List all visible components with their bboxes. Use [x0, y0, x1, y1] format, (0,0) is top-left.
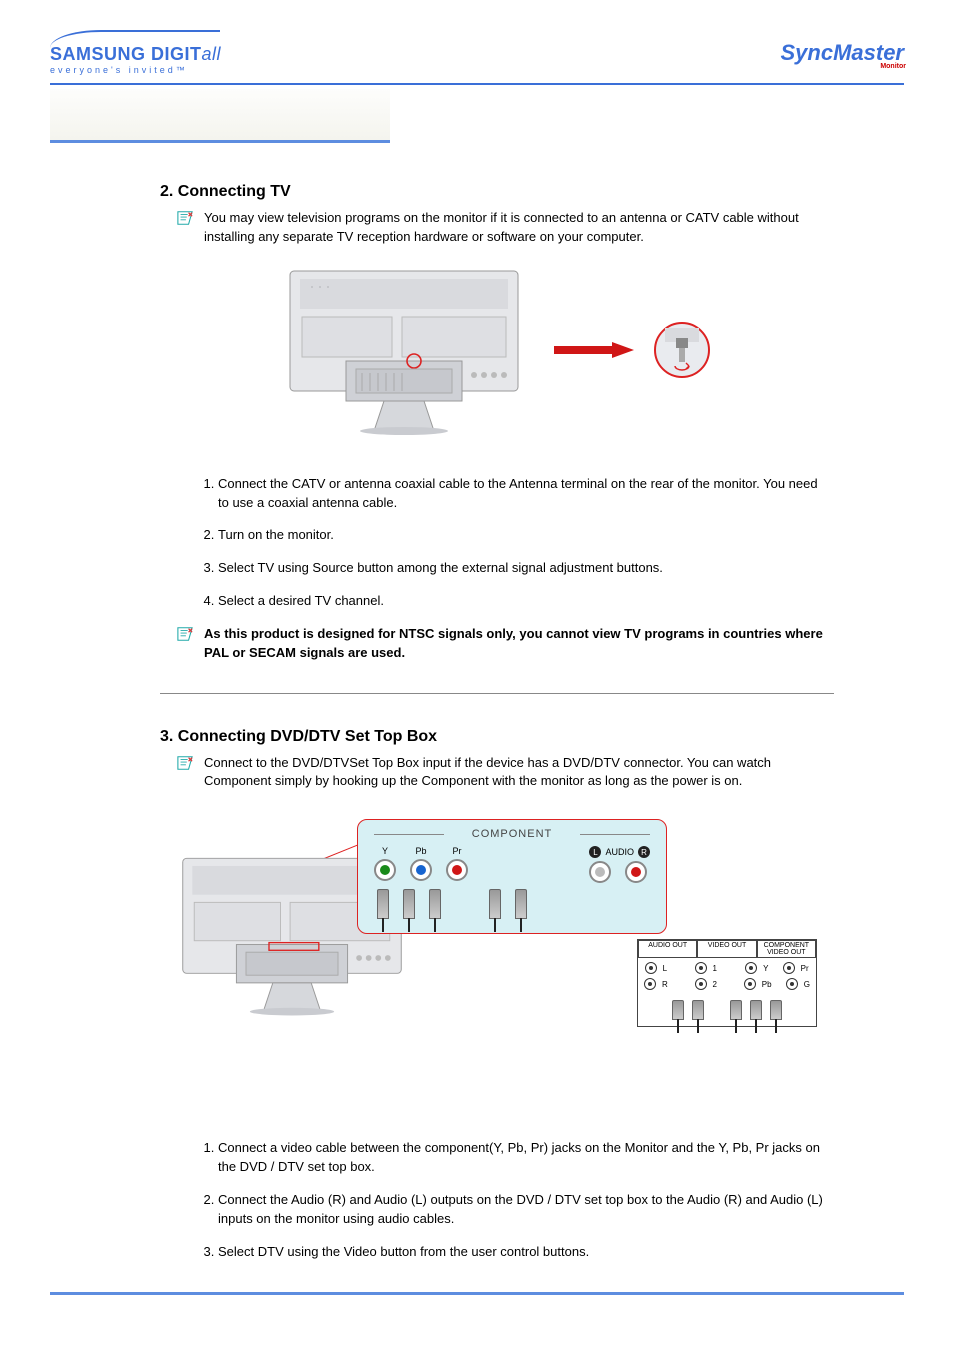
plug-row: [374, 889, 650, 919]
component-panel: COMPONENT Y Pb Pr: [357, 819, 667, 934]
cable-plug: [672, 1000, 684, 1020]
product-logo-right: SyncMaster Monitor: [780, 40, 904, 66]
cable-plug: [515, 889, 527, 919]
footer-rule: [50, 1292, 904, 1295]
stb-label: L: [663, 964, 667, 973]
stb-header: VIDEO OUT: [697, 940, 756, 958]
note-icon: [176, 626, 194, 642]
audio-text: AUDIO: [605, 847, 634, 857]
cable-plug: [403, 889, 415, 919]
stb-header: COMPONENT VIDEO OUT: [757, 940, 816, 958]
antenna-port-zoom: [654, 322, 710, 378]
step-item: Select DTV using the Video button from t…: [218, 1243, 834, 1262]
step-item: Turn on the monitor.: [218, 526, 834, 545]
jack-label: Pb: [415, 846, 426, 856]
stb-label: 2: [713, 980, 717, 989]
stb-video-col: 1 2: [695, 962, 717, 990]
set-top-box-outputs: AUDIO OUT VIDEO OUT COMPONENT VIDEO OUT …: [637, 939, 817, 1027]
section-2-note: As this product is designed for NTSC sig…: [204, 625, 834, 663]
jack-pb: Pb: [410, 846, 432, 881]
section-separator: [160, 693, 834, 694]
stb-header: AUDIO OUT: [638, 940, 697, 958]
section-2-title: 2. Connecting TV: [160, 183, 834, 201]
brand-main: SAMSUNG DIGIT: [50, 44, 202, 64]
stb-plug-row: [638, 1000, 816, 1026]
main-content: 2. Connecting TV You may view television…: [50, 183, 904, 1262]
zoom-callout: [554, 265, 710, 435]
jack-audio-r: [625, 861, 647, 883]
section-3-intro-row: Connect to the DVD/DTVSet Top Box input …: [160, 754, 834, 792]
step-item: Connect the CATV or antenna coaxial cabl…: [218, 475, 834, 513]
section-3-steps: Connect a video cable between the compon…: [160, 1139, 834, 1261]
stb-label: Y: [763, 964, 768, 973]
cable-plug: [750, 1000, 762, 1020]
section-2-steps: Connect the CATV or antenna coaxial cabl…: [160, 475, 834, 611]
jack-pr: Pr: [446, 846, 468, 881]
brand-tagline: everyone's invited™: [50, 65, 221, 75]
cable-plug: [377, 889, 389, 919]
jack-audio-l: [589, 861, 611, 883]
cable-plug: [429, 889, 441, 919]
page-header: SAMSUNG DIGITall everyone's invited™ Syn…: [50, 30, 904, 85]
stb-label: Pr: [801, 964, 809, 973]
brand-logo-left: SAMSUNG DIGITall everyone's invited™: [50, 30, 221, 75]
step-item: Connect a video cable between the compon…: [218, 1139, 834, 1177]
figure-component-connection: COMPONENT Y Pb Pr: [160, 809, 834, 1089]
step-item: Connect the Audio (R) and Audio (L) outp…: [218, 1191, 834, 1229]
jack-y: Y: [374, 846, 396, 881]
stb-label: 1: [713, 964, 717, 973]
brand-suffix: all: [202, 44, 222, 64]
stb-label: G: [804, 980, 810, 989]
section-3-title: 3. Connecting DVD/DTV Set Top Box: [160, 728, 834, 746]
video-jack-group: Y Pb Pr: [374, 846, 468, 881]
jack-label: Y: [382, 846, 388, 856]
note-icon: [176, 210, 194, 226]
figure-tv-connection: [160, 265, 834, 435]
stb-comp-col: Y Pr Pb G: [744, 962, 810, 990]
jack-label: Pr: [453, 846, 462, 856]
cable-plug: [730, 1000, 742, 1020]
subheader-box: [50, 89, 390, 143]
section-3-intro: Connect to the DVD/DTVSet Top Box input …: [204, 754, 834, 792]
section-2-note-row: As this product is designed for NTSC sig…: [160, 625, 834, 663]
audio-l-pill: L: [589, 846, 601, 858]
red-arrow-icon: [554, 342, 634, 358]
stb-label: Pb: [762, 980, 772, 989]
note-icon: [176, 755, 194, 771]
step-item: Select a desired TV channel.: [218, 592, 834, 611]
monitor-rear-illustration: [284, 265, 524, 435]
cable-plug: [692, 1000, 704, 1020]
section-2-intro-row: You may view television programs on the …: [160, 209, 834, 247]
stb-audio-col: L R: [644, 962, 668, 990]
audio-r-pill: R: [638, 846, 650, 858]
product-name: SyncMaster: [780, 40, 904, 65]
cable-plug: [489, 889, 501, 919]
audio-jack-group: L AUDIO R: [589, 846, 650, 883]
step-item: Select TV using Source button among the …: [218, 559, 834, 578]
section-2-intro: You may view television programs on the …: [204, 209, 834, 247]
component-panel-title: COMPONENT: [374, 828, 650, 840]
stb-label: R: [662, 980, 668, 989]
cable-plug: [770, 1000, 782, 1020]
product-sub: Monitor: [880, 63, 906, 70]
